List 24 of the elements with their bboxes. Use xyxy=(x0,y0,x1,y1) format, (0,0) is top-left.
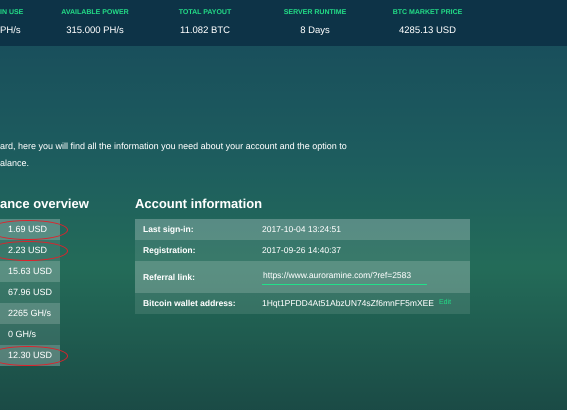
section-title: ance overview xyxy=(0,195,90,213)
balance-value: 2265 GH/s xyxy=(8,306,52,320)
balance-value: 12.30 USD xyxy=(8,348,52,362)
field-label: Last sign-in: xyxy=(143,223,195,236)
balance-value: 2.23 USD xyxy=(8,244,48,257)
field-value: 2017-10-04 13:24:51 xyxy=(262,223,341,236)
field-label: Referral link: xyxy=(143,270,196,284)
stat-value: PH/s xyxy=(0,24,21,38)
stat-value: 8 Days xyxy=(300,24,330,38)
intro-text: ard, here you will find all the information you need about your account and the option to xyxy=(0,140,348,153)
balance-value: 1.69 USD xyxy=(8,222,48,236)
field-value: 2017-09-26 14:40:37 xyxy=(262,244,341,257)
field-label: Bitcoin wallet address: xyxy=(143,297,237,310)
field-value: 1Hqt1PFDD4At51AbzUN74sZf6mnFF5mXEE xyxy=(262,297,434,310)
field-label: Registration: xyxy=(143,244,196,257)
stat-value: 315.000 PH/s xyxy=(66,24,124,38)
referral-link-field[interactable]: https://www.auroramine.com/?ref=2583 xyxy=(262,268,427,286)
stat-value: 4285.13 USD xyxy=(398,24,456,38)
intro-text: alance. xyxy=(0,156,30,170)
balance-value: 67.96 USD xyxy=(8,286,52,299)
stat-value: 11.082 BTC xyxy=(180,24,230,38)
balance-value: 0 GH/s xyxy=(8,328,36,341)
section-title: Account information xyxy=(135,195,264,213)
balance-value: 15.63 USD xyxy=(8,264,52,278)
